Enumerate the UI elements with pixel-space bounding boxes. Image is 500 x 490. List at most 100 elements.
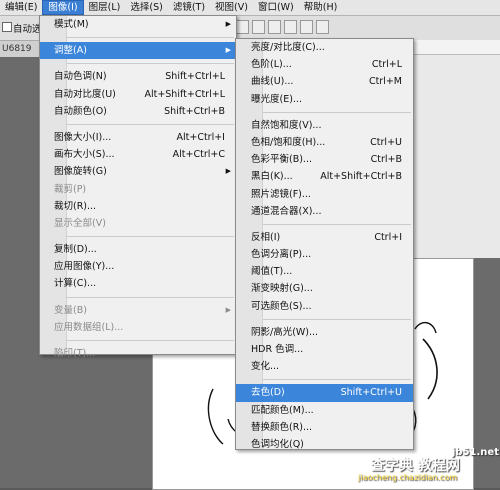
menu-item-label: 变量(B): [54, 304, 87, 316]
menu-item: 应用数据组(L)...: [40, 319, 236, 336]
menu-item-label: 反相(I): [251, 231, 281, 243]
menu-item-label: HDR 色调...: [251, 344, 304, 355]
menu-item-shortcut: Shift+Ctrl+U: [340, 387, 402, 399]
adjustments-submenu: 亮度/对比度(C)... 色阶(L)... Ctrl+L 曲线(U)... Ctrl+M…: [235, 38, 414, 450]
align-bottom-icon[interactable]: [268, 20, 281, 34]
menu-item-label: 变化...: [251, 361, 280, 373]
menu-item-label: 色彩平衡(B)...: [251, 154, 312, 166]
menu-item-label: 模式(M): [54, 19, 89, 30]
menu-item-label: 自动对比度(U): [54, 88, 116, 100]
menu-item[interactable]: 自动颜色(O) Shift+Ctrl+B: [40, 103, 236, 120]
align-right-icon[interactable]: [316, 20, 329, 34]
menu-item[interactable]: 自动色调(N) Shift+Ctrl+L: [40, 68, 236, 85]
menu-item[interactable]: 自然饱和度(V)...: [236, 117, 413, 134]
menu-item-shortcut: Alt+Ctrl+C: [172, 149, 225, 161]
menu-item[interactable]: 替换颜色(R)...: [236, 419, 413, 436]
menubar-item-6[interactable]: 窗口(W): [253, 0, 299, 15]
menu-item[interactable]: 自动对比度(U) Alt+Shift+Ctrl+L: [40, 86, 236, 103]
menu-item-label: 阴影/高光(W)...: [251, 326, 319, 338]
menu-item[interactable]: 通道混合器(X)...: [236, 203, 413, 220]
menubar-item-5[interactable]: 视图(V): [210, 0, 253, 15]
document-tab[interactable]: U6819: [2, 44, 32, 54]
auto-select-checkbox[interactable]: [2, 22, 12, 32]
align-left-icon[interactable]: [284, 20, 297, 34]
menubar-item-3[interactable]: 选择(S): [125, 0, 167, 15]
menu-item-label: 渐变映射(G)...: [251, 283, 313, 295]
menu-item[interactable]: 裁切(R)...: [40, 198, 236, 215]
menu-item-label: 色调分离(P)...: [251, 249, 312, 261]
menu-item[interactable]: 画布大小(S)... Alt+Ctrl+C: [40, 146, 236, 163]
menubar-item-0[interactable]: 编辑(E): [0, 0, 42, 15]
menu-separator: [54, 123, 234, 125]
menu-item[interactable]: 可选颜色(S)...: [236, 298, 413, 315]
menu-item[interactable]: 图像旋转(G) ▶: [40, 163, 236, 180]
menu-item-shortcut: Ctrl+B: [370, 154, 402, 166]
menu-item[interactable]: 计算(C)...: [40, 275, 236, 292]
menu-item[interactable]: 去色(D) Shift+Ctrl+U: [236, 384, 413, 402]
menu-item[interactable]: 照片滤镜(F)...: [236, 186, 413, 203]
menu-separator: [54, 63, 234, 65]
menu-item[interactable]: 色彩平衡(B)... Ctrl+B: [236, 151, 413, 168]
menu-item[interactable]: 变化...: [236, 358, 413, 375]
menu-item-label: 应用图像(Y)...: [54, 261, 115, 273]
menu-item-shortcut: Ctrl+I: [374, 231, 402, 243]
menu-item-label: 亮度/对比度(C)...: [251, 42, 325, 53]
menu-item[interactable]: 色调分离(P)...: [236, 246, 413, 263]
menu-item[interactable]: 渐变映射(G)...: [236, 280, 413, 297]
menubar-item-7[interactable]: 帮助(H): [299, 0, 343, 15]
menu-item-shortcut: Shift+Ctrl+L: [165, 71, 225, 83]
menu-item-label: 去色(D): [251, 387, 285, 399]
menu-item[interactable]: 反相(I) Ctrl+I: [236, 229, 413, 246]
align-center-icon[interactable]: [300, 20, 313, 34]
watermark-text: 查字典 教程网: [371, 458, 460, 474]
menu-item[interactable]: 黑白(K)... Alt+Shift+Ctrl+B: [236, 168, 413, 185]
watermark-url: jiaocheng.chazidian.com: [358, 473, 458, 482]
menu-item[interactable]: 色调均化(Q): [236, 436, 413, 453]
menu-item-shortcut: Alt+Shift+Ctrl+B: [320, 171, 402, 183]
menu-item[interactable]: 图像大小(I)... Alt+Ctrl+I: [40, 129, 236, 146]
align-icons-group: [236, 20, 329, 34]
watermark-corner: jb51.net: [452, 447, 499, 458]
auto-select-label: 自动选: [13, 24, 42, 35]
menu-item[interactable]: HDR 色调...: [236, 341, 413, 358]
submenu-arrow-icon: ▶: [225, 20, 231, 28]
menu-item-shortcut: Alt+Shift+Ctrl+L: [144, 88, 225, 100]
menu-item-label: 匹配颜色(M)...: [251, 404, 314, 416]
menubar-item-4[interactable]: 滤镜(T): [168, 0, 210, 15]
menu-item[interactable]: 亮度/对比度(C)...: [236, 39, 413, 56]
menu-item-label: 自动色调(N): [54, 71, 107, 83]
menubar-item-2[interactable]: 图层(L): [84, 0, 126, 15]
submenu-arrow-icon: ▶: [225, 167, 231, 176]
document-area: [412, 40, 500, 258]
menu-item: 变量(B) ▶: [40, 302, 236, 319]
menubar-item-1[interactable]: 图像(I): [42, 0, 84, 15]
menu-item[interactable]: 匹配颜色(M)...: [236, 402, 413, 419]
menu-item-shortcut: Ctrl+L: [371, 59, 402, 71]
menu-item-shortcut: Ctrl+M: [368, 76, 402, 88]
align-top-icon[interactable]: [236, 20, 249, 34]
menu-item[interactable]: 阈值(T)...: [236, 263, 413, 280]
menu-item-label: 图像旋转(G): [54, 166, 107, 178]
menu-item[interactable]: 阴影/高光(W)...: [236, 324, 413, 341]
menu-item[interactable]: 曝光度(E)...: [236, 91, 413, 108]
menu-item-label: 陷印(T)...: [54, 348, 96, 359]
menu-item[interactable]: 色相/饱和度(H)... Ctrl+U: [236, 134, 413, 151]
menu-separator: [250, 223, 411, 225]
menu-item-shortcut: Alt+Ctrl+I: [176, 131, 226, 143]
menu-item[interactable]: 曲线(U)... Ctrl+M: [236, 73, 413, 90]
menu-item-label: 计算(C)...: [54, 278, 97, 290]
align-middle-icon[interactable]: [252, 20, 265, 34]
submenu-arrow-icon: ▶: [225, 305, 231, 314]
menu-item-label: 色阶(L)...: [251, 59, 292, 71]
menu-item[interactable]: 色阶(L)... Ctrl+L: [236, 56, 413, 73]
menu-item[interactable]: 调整(A) ▶: [40, 42, 236, 60]
submenu-arrow-icon: ▶: [225, 46, 231, 55]
menu-item[interactable]: 应用图像(Y)...: [40, 258, 236, 275]
image-menu: 模式(M) ▶ 调整(A) ▶ 自动色调(N) Shift+Ctrl+L 自动对比度(U) A…: [39, 15, 237, 359]
menu-item-label: 应用数据组(L)...: [54, 321, 124, 333]
menu-item-label: 色相/饱和度(H)...: [251, 136, 326, 148]
menu-item-label: 裁切(R)...: [54, 200, 97, 212]
menu-item-label: 照片滤镜(F)...: [251, 188, 311, 200]
menu-item[interactable]: 复制(D)...: [40, 241, 236, 258]
menu-item[interactable]: 模式(M) ▶: [40, 16, 236, 33]
